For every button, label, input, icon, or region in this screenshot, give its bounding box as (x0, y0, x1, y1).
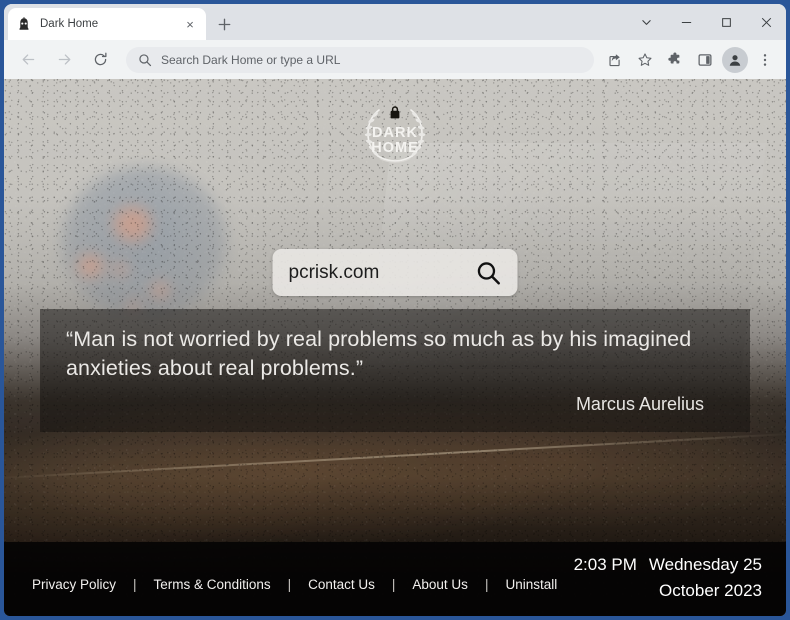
footer-link-about-us[interactable]: About Us (412, 577, 468, 592)
back-button[interactable] (14, 46, 42, 74)
padlock-icon (390, 106, 400, 119)
close-icon[interactable]: × (182, 16, 198, 32)
clock-line-primary: 2:03 PM Wednesday 25 (574, 552, 762, 578)
maximize-button[interactable] (706, 5, 746, 39)
site-search-input[interactable] (288, 261, 474, 284)
browser-toolbar (4, 40, 786, 79)
close-icon (761, 17, 771, 27)
footer-separator: | (287, 577, 292, 592)
clock-time: 2:03 PM (573, 555, 637, 574)
minimize-icon (681, 21, 691, 23)
clock-widget: 2:03 PM Wednesday 25 October 2023 (574, 552, 762, 604)
clock-month-year: October 2023 (658, 581, 762, 600)
page-footer: Privacy Policy | Terms & Conditions | Co… (4, 542, 786, 616)
site-logo: DARK HOME (352, 101, 438, 167)
address-bar-input[interactable] (161, 52, 582, 67)
window-controls (626, 4, 786, 40)
footer-link-privacy-policy[interactable]: Privacy Policy (32, 577, 116, 592)
new-tab-button[interactable] (212, 12, 236, 36)
close-window-button[interactable] (746, 5, 786, 39)
footer-separator: | (484, 577, 489, 592)
footer-links: Privacy Policy | Terms & Conditions | Co… (32, 577, 557, 592)
quote-text: “Man is not worried by real problems so … (66, 327, 692, 380)
browser-tab[interactable]: Dark Home × (8, 8, 206, 40)
svg-text:HOME: HOME (371, 140, 419, 156)
quote-panel: “Man is not worried by real problems so … (40, 309, 750, 432)
clock-weekday-day: Wednesday 25 (648, 555, 762, 574)
reload-icon (94, 52, 106, 66)
share-icon[interactable] (602, 47, 628, 73)
forward-button[interactable] (50, 46, 78, 74)
tab-title: Dark Home (40, 18, 99, 30)
site-search-box[interactable] (272, 249, 518, 296)
maximize-icon (721, 17, 731, 27)
plus-icon (218, 18, 230, 30)
footer-link-contact-us[interactable]: Contact Us (308, 577, 375, 592)
search-icon (138, 53, 152, 67)
minimize-button[interactable] (666, 5, 706, 39)
page-content: DARK HOME “Man is not worried by real pr… (4, 79, 786, 616)
footer-separator: | (391, 577, 396, 592)
extensions-puzzle-icon[interactable] (662, 47, 688, 73)
bookmark-star-icon[interactable] (632, 47, 658, 73)
magnifier-icon[interactable] (474, 258, 504, 288)
footer-link-uninstall[interactable]: Uninstall (505, 577, 557, 592)
chevron-down-icon (641, 19, 651, 25)
svg-text:DARK: DARK (372, 125, 418, 141)
more-menu-icon[interactable] (752, 47, 778, 73)
reload-button[interactable] (86, 46, 114, 74)
profile-avatar-icon[interactable] (722, 46, 748, 73)
tab-strip: Dark Home × (4, 4, 786, 40)
footer-link-terms-and-conditions[interactable]: Terms & Conditions (154, 577, 271, 592)
browser-window: Dark Home × Search Dark Home or type a U… (0, 0, 790, 620)
tab-search-button[interactable] (626, 5, 666, 39)
side-panel-icon[interactable] (692, 47, 718, 73)
arrow-right-icon (58, 54, 70, 65)
padlock-favicon (16, 16, 32, 32)
browser-chrome: Dark Home × Search Dark Home or type a U… (4, 4, 786, 616)
address-bar[interactable] (126, 46, 594, 73)
footer-separator: | (133, 577, 137, 592)
arrow-left-icon (22, 54, 34, 65)
quote-author: Marcus Aurelius (575, 394, 704, 414)
